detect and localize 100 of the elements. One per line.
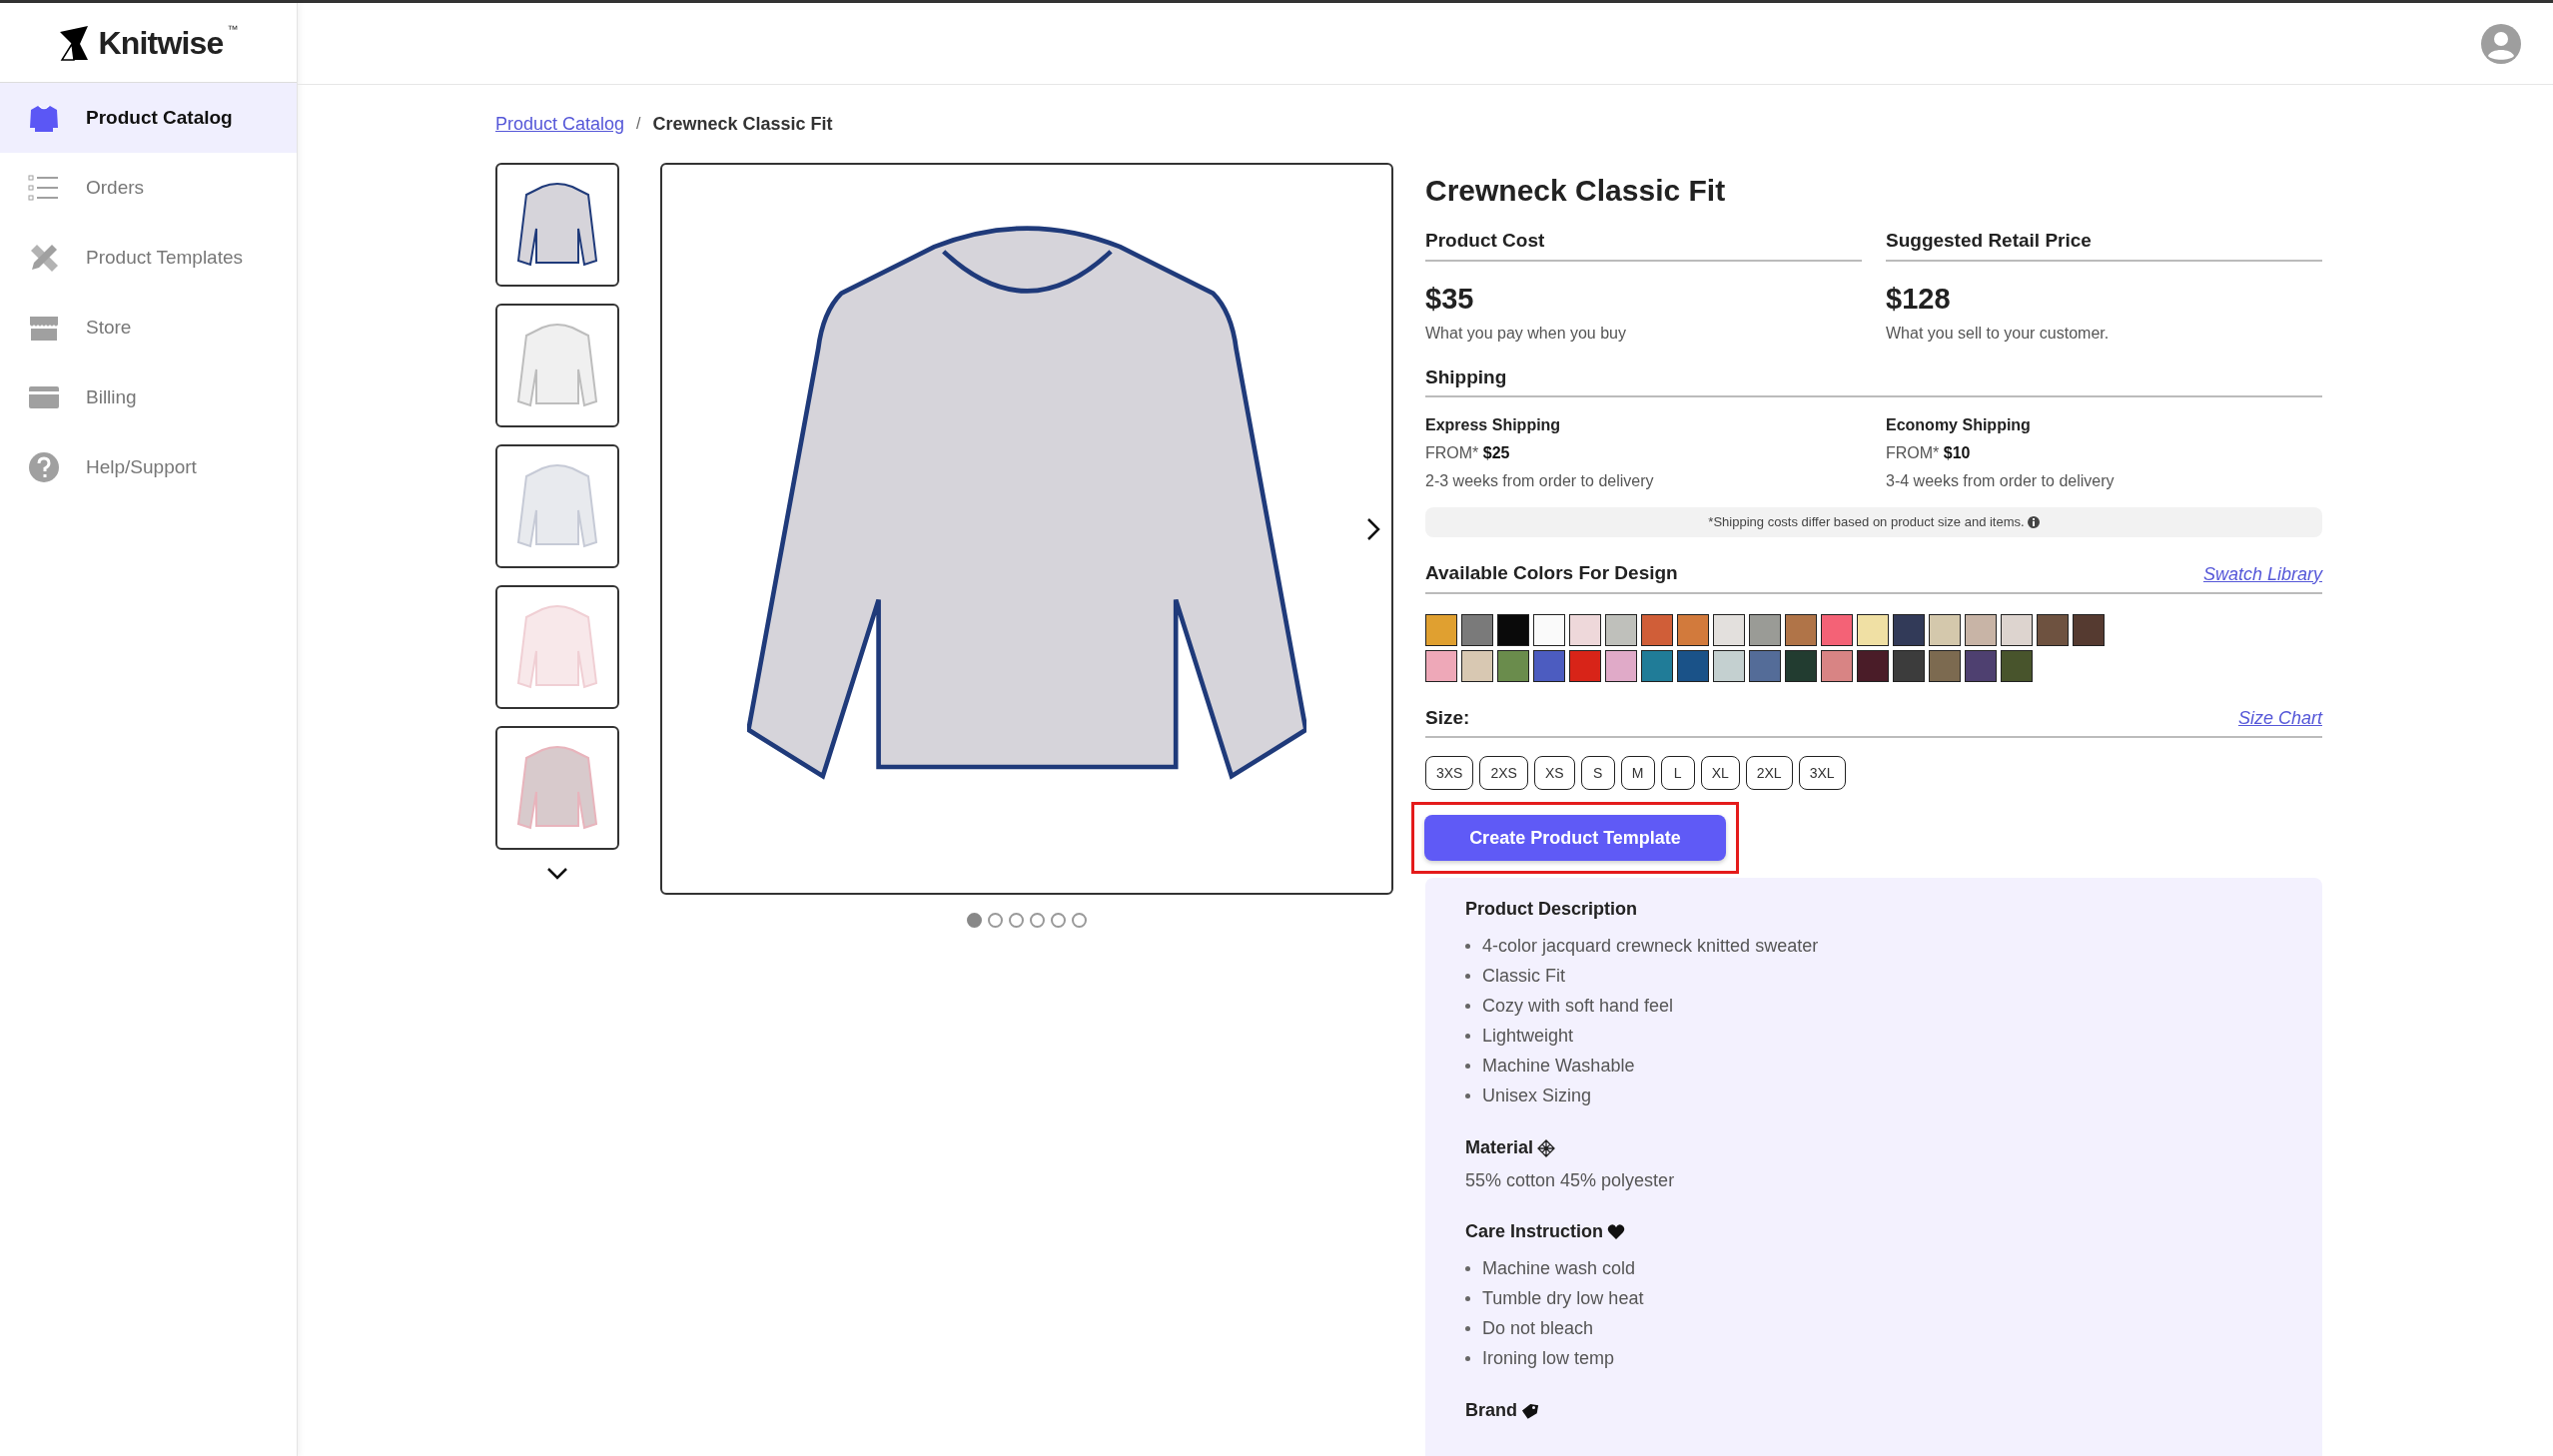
trademark-mark: ™: [227, 23, 239, 35]
size-option[interactable]: M: [1620, 756, 1655, 790]
section-heading: Shipping: [1425, 363, 2322, 397]
product-thumbnail[interactable]: [495, 726, 619, 850]
color-swatch[interactable]: [1821, 613, 1853, 646]
color-swatch[interactable]: [1965, 613, 1997, 646]
color-swatch[interactable]: [1857, 649, 1889, 682]
color-swatch[interactable]: [1641, 649, 1673, 682]
details-list-item: Unisex Sizing: [1482, 1084, 1592, 1107]
tag-icon: [1521, 1401, 1539, 1420]
shipping-name: Express Shipping: [1425, 415, 1562, 435]
shipping-price: FROM* $25: [1425, 443, 1511, 463]
color-swatch[interactable]: [1461, 649, 1493, 682]
color-swatch[interactable]: [1893, 613, 1925, 646]
color-swatch[interactable]: [1929, 613, 1961, 646]
breadcrumb-separator: /: [636, 114, 641, 134]
color-swatch[interactable]: [1569, 649, 1601, 682]
details-heading: Product Description: [1465, 898, 1638, 921]
details-heading: Care Instruction: [1465, 1220, 1604, 1243]
color-swatch[interactable]: [1713, 613, 1745, 646]
shipping-name: Economy Shipping: [1886, 415, 2032, 435]
list-icon: [28, 173, 60, 203]
color-swatch[interactable]: [2001, 613, 2033, 646]
size-chart-link[interactable]: Size Chart: [2237, 705, 2322, 732]
color-swatch[interactable]: [1569, 613, 1601, 646]
sidebar-item[interactable]: Orders: [0, 153, 297, 223]
details-list-item: Machine Washable: [1482, 1054, 1635, 1078]
info-icon[interactable]: [2027, 516, 2040, 528]
color-swatch[interactable]: [1677, 613, 1709, 646]
color-swatch[interactable]: [1605, 613, 1637, 646]
section-heading: Product Cost: [1425, 227, 1862, 262]
color-swatch[interactable]: [1677, 649, 1709, 682]
size-option[interactable]: 3XL: [1798, 756, 1846, 790]
color-swatch[interactable]: [1641, 613, 1673, 646]
shipping-price: FROM* $10: [1886, 443, 1972, 463]
breadcrumb-current: Crewneck Classic Fit: [652, 112, 833, 136]
color-swatch[interactable]: [1857, 613, 1889, 646]
color-swatch[interactable]: [1497, 649, 1529, 682]
create-product-template-button[interactable]: Create Product Template: [1424, 815, 1726, 861]
knitwise-logo[interactable]: Knitwise™: [58, 23, 239, 62]
color-swatch[interactable]: [1497, 613, 1529, 646]
color-swatch[interactable]: [1965, 649, 1997, 682]
size-option[interactable]: L: [1660, 756, 1695, 790]
color-swatch[interactable]: [1821, 649, 1853, 682]
sidebar-item[interactable]: Product Templates: [0, 223, 297, 293]
color-swatch[interactable]: [1461, 613, 1493, 646]
size-option[interactable]: S: [1580, 756, 1615, 790]
price-note: What you pay when you buy: [1425, 323, 1627, 344]
swatch-library-link[interactable]: Swatch Library: [2202, 560, 2322, 588]
color-swatch[interactable]: [2037, 613, 2069, 646]
user-avatar-icon[interactable]: [2481, 23, 2521, 64]
section-heading: Size:: [1425, 705, 1470, 730]
breadcrumb-link[interactable]: Product Catalog: [495, 110, 625, 138]
details-list-item: Machine wash cold: [1482, 1256, 1636, 1280]
color-swatch[interactable]: [1785, 613, 1817, 646]
color-swatch[interactable]: [1749, 649, 1781, 682]
pattern-icon: [1537, 1138, 1556, 1157]
color-swatch[interactable]: [1893, 649, 1925, 682]
product-thumbnail[interactable]: [495, 304, 619, 427]
sidebar-item[interactable]: Help/Support: [0, 432, 297, 502]
size-option[interactable]: 3XS: [1425, 756, 1474, 790]
details-text: 55% cotton 45% polyester: [1465, 1169, 1676, 1192]
details-list-item: Cozy with soft hand feel: [1482, 994, 1674, 1018]
help-icon: [28, 451, 60, 483]
details-list-item: Classic Fit: [1482, 964, 1565, 988]
color-swatch[interactable]: [1605, 649, 1637, 682]
color-swatch[interactable]: [1929, 649, 1961, 682]
color-swatch[interactable]: [2001, 649, 2033, 682]
size-option[interactable]: 2XS: [1479, 756, 1528, 790]
product-title: Crewneck Classic Fit: [1425, 173, 1727, 209]
product-thumbnail[interactable]: [495, 163, 619, 287]
price-value: $128: [1886, 281, 1952, 316]
color-swatch[interactable]: [2073, 613, 2105, 646]
details-list-item: Ironing low temp: [1482, 1346, 1615, 1370]
details-list-item: Lightweight: [1482, 1024, 1574, 1048]
product-thumbnail[interactable]: [495, 585, 619, 709]
price-value: $35: [1425, 281, 1475, 316]
color-swatch[interactable]: [1713, 649, 1745, 682]
sidebar-item[interactable]: Store: [0, 293, 297, 363]
shipping-time: 2-3 weeks from order to delivery: [1425, 471, 1655, 491]
size-option[interactable]: 2XL: [1745, 756, 1793, 790]
size-option[interactable]: XS: [1533, 756, 1575, 790]
details-list-item: Do not bleach: [1482, 1316, 1594, 1340]
product-thumbnail[interactable]: [495, 444, 619, 568]
section-heading: Suggested Retail Price: [1886, 227, 2322, 262]
brand-name: Knitwise: [98, 23, 224, 62]
color-swatch[interactable]: [1425, 613, 1457, 646]
color-swatch[interactable]: [1425, 649, 1457, 682]
color-swatch[interactable]: [1749, 613, 1781, 646]
details-list-item: Tumble dry low heat: [1482, 1286, 1644, 1310]
color-swatch[interactable]: [1785, 649, 1817, 682]
price-note: What you sell to your customer.: [1886, 323, 2111, 344]
color-swatch[interactable]: [1533, 649, 1565, 682]
size-option[interactable]: XL: [1700, 756, 1740, 790]
chevron-down-icon[interactable]: [546, 867, 568, 881]
shipping-time: 3-4 weeks from order to delivery: [1886, 471, 2116, 491]
details-heading: Material: [1465, 1136, 1534, 1159]
sidebar-item[interactable]: Product Catalog: [0, 83, 297, 153]
sidebar-item[interactable]: Billing: [0, 363, 297, 432]
color-swatch[interactable]: [1533, 613, 1565, 646]
